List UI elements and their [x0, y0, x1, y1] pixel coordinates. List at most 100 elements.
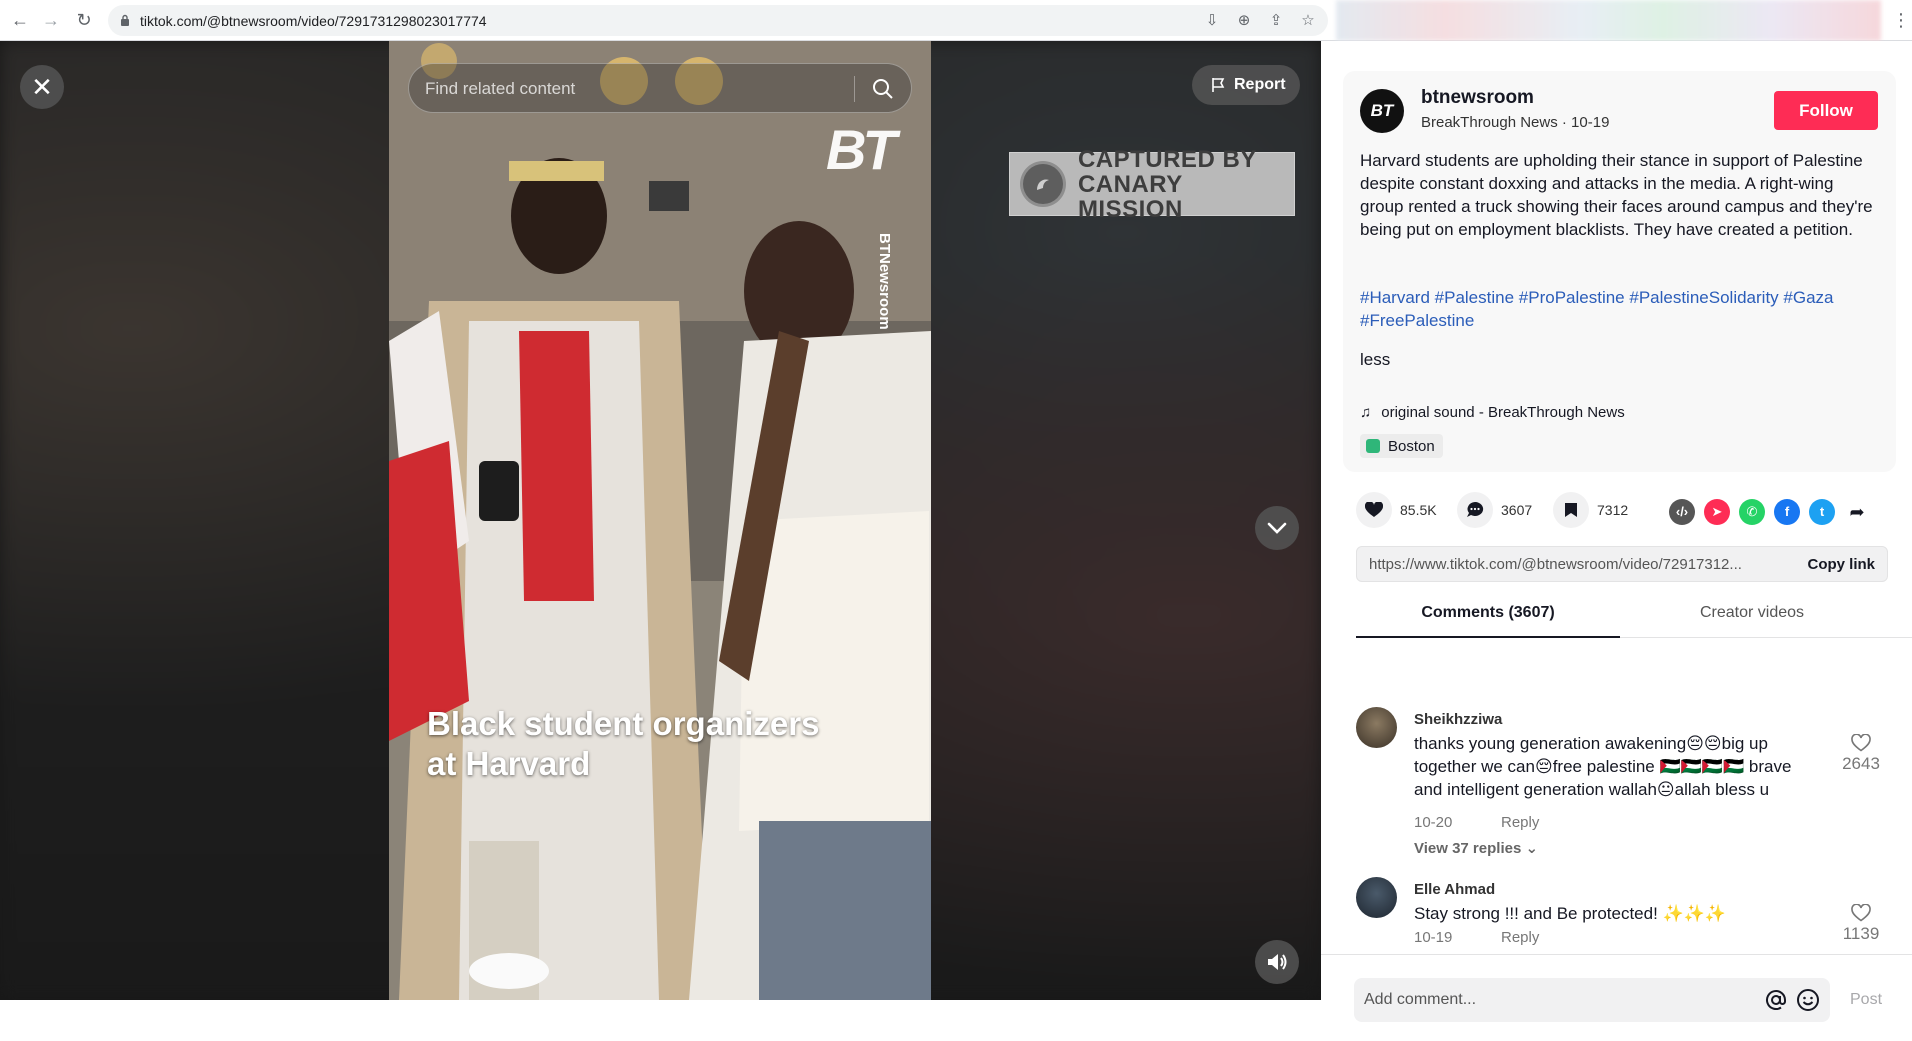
comment-item: Sheikhzziwa thanks young generation awak…	[1356, 704, 1886, 864]
reply-button[interactable]: Reply	[1501, 814, 1539, 831]
extensions-area	[1336, 0, 1881, 41]
details-panel: BT btnewsroom BreakThrough News · 10-19 …	[1321, 41, 1912, 1041]
share-link-box: https://www.tiktok.com/@btnewsroom/video…	[1356, 546, 1888, 582]
share-arrow-icon[interactable]: ➦	[1844, 499, 1870, 525]
twitter-icon[interactable]: t	[1809, 499, 1835, 525]
url-text[interactable]: tiktok.com/@btnewsroom/video/72917312980…	[140, 13, 487, 29]
heart-icon	[1356, 492, 1392, 528]
comment-like-count: 1139	[1842, 924, 1880, 943]
location-tag[interactable]: Boston	[1360, 434, 1443, 458]
hashtag-link[interactable]: #PalestineSolidarity	[1629, 288, 1778, 307]
forward-icon[interactable]: →	[40, 9, 62, 31]
video-frame[interactable]	[389, 41, 931, 1000]
save-count: 7312	[1597, 502, 1629, 518]
comment-date: 10-19	[1414, 929, 1453, 946]
bookmark-icon	[1553, 492, 1589, 528]
save-action[interactable]: 7312	[1553, 492, 1628, 528]
comment-like-count: 2643	[1842, 754, 1880, 773]
hashtag-link[interactable]: #ProPalestine	[1519, 288, 1625, 307]
report-button[interactable]: Report	[1192, 65, 1300, 105]
heart-outline-icon	[1851, 734, 1871, 752]
search-placeholder[interactable]: Find related content	[425, 79, 575, 99]
reload-icon[interactable]: ↻	[73, 9, 95, 31]
volume-button[interactable]	[1255, 940, 1299, 984]
location-pin-icon	[1366, 439, 1380, 453]
browser-toolbar: ← → ↻ tiktok.com/@btnewsroom/video/72917…	[0, 0, 1912, 41]
comment-text: Stay strong !!! and Be protected! ✨✨✨	[1414, 904, 1727, 923]
speaker-icon	[1268, 954, 1287, 970]
embed-icon[interactable]: ‹/›	[1669, 499, 1695, 525]
location-label: Boston	[1388, 437, 1435, 455]
comment-text: thanks young generation awakening😔😔big u…	[1414, 734, 1792, 799]
less-toggle[interactable]: less	[1360, 350, 1390, 370]
comment-like[interactable]: 2643	[1836, 734, 1886, 774]
bookmark-star-icon[interactable]: ☆	[1298, 11, 1318, 31]
zoom-icon[interactable]: ⊕	[1234, 11, 1254, 31]
tab-creator-videos[interactable]: Creator videos	[1620, 598, 1884, 638]
canary-bird-icon	[1020, 161, 1066, 207]
commenter-avatar[interactable]	[1356, 707, 1397, 748]
heart-outline-icon	[1851, 904, 1871, 922]
author-subtitle: BreakThrough News · 10-19	[1421, 114, 1610, 131]
post-comment-button[interactable]: Post	[1850, 991, 1882, 1009]
action-row: 85.5K 3607 7312 ‹/› ➤ ✆ f t ➦	[1356, 492, 1886, 532]
commenter-username[interactable]: Sheikhzziwa	[1414, 711, 1502, 728]
next-video-button[interactable]	[1255, 506, 1299, 550]
banner-line-1: CAPTURED BY	[1077, 145, 1257, 173]
address-bar[interactable]: tiktok.com/@btnewsroom/video/72917312980…	[108, 5, 1328, 36]
comment-date: 10-20	[1414, 814, 1453, 831]
copy-link-button[interactable]: Copy link	[1807, 556, 1875, 573]
video-still	[389, 41, 931, 1000]
facebook-icon[interactable]: f	[1774, 499, 1800, 525]
reply-button[interactable]: Reply	[1501, 929, 1539, 946]
music-note-icon: ♫	[1360, 404, 1372, 421]
banner-line-2: CANARY MISSION	[1077, 170, 1183, 223]
lock-icon	[121, 14, 129, 26]
comments-list: Sheikhzziwa thanks young generation awak…	[1321, 639, 1912, 954]
like-action[interactable]: 85.5K	[1356, 492, 1437, 528]
video-caption: Black student organizers at Harvard	[427, 705, 820, 782]
commenter-username[interactable]: Elle Ahmad	[1414, 881, 1495, 898]
post-info-card: BT btnewsroom BreakThrough News · 10-19 …	[1343, 71, 1896, 472]
flag-icon	[1212, 78, 1225, 92]
search-divider	[854, 76, 855, 102]
send-to-friends-icon[interactable]: ➤	[1704, 499, 1730, 525]
mention-icon[interactable]	[1764, 988, 1788, 1012]
commenter-avatar[interactable]	[1356, 877, 1397, 918]
browser-menu-icon[interactable]: ⋮	[1892, 10, 1910, 31]
hashtag-link[interactable]: #Gaza	[1783, 288, 1833, 307]
comment-input[interactable]: Add comment...	[1354, 978, 1830, 1022]
emoji-icon[interactable]	[1796, 988, 1820, 1012]
comment-item: Elle Ahmad Stay strong !!! and Be protec…	[1356, 874, 1886, 954]
share-page-icon[interactable]: ⇪	[1266, 11, 1286, 31]
post-hashtags: #Harvard #Palestine #ProPalestine #Pales…	[1360, 286, 1880, 332]
comment-like[interactable]: 1139	[1836, 904, 1886, 944]
close-video-button[interactable]: ✕	[20, 65, 64, 109]
install-icon[interactable]: ⇩	[1202, 11, 1222, 31]
author-avatar[interactable]: BT	[1360, 89, 1404, 133]
view-replies-link[interactable]: View 37 replies ⌄	[1414, 839, 1538, 857]
whatsapp-icon[interactable]: ✆	[1739, 499, 1765, 525]
sound-link[interactable]: ♫ original sound - BreakThrough News	[1360, 404, 1625, 421]
share-link-text[interactable]: https://www.tiktok.com/@btnewsroom/video…	[1369, 556, 1764, 573]
hashtag-link[interactable]: #Palestine	[1435, 288, 1514, 307]
author-username[interactable]: btnewsroom	[1421, 87, 1534, 109]
post-description: Harvard students are upholding their sta…	[1360, 151, 1873, 239]
sound-label: original sound - BreakThrough News	[1381, 404, 1625, 421]
chevron-down-icon	[1267, 522, 1287, 534]
hashtag-link[interactable]: #FreePalestine	[1360, 311, 1474, 330]
video-player-area: ✕ Find related content Report CAPTURED B…	[0, 41, 1321, 1000]
comment-count: 3607	[1501, 502, 1533, 518]
bt-watermark-handle: BTNewsroom	[876, 233, 893, 330]
comment-placeholder[interactable]: Add comment...	[1364, 991, 1476, 1009]
follow-button[interactable]: Follow	[1774, 91, 1878, 130]
related-search-box[interactable]: Find related content	[408, 63, 912, 113]
search-icon[interactable]	[871, 77, 895, 101]
comment-action[interactable]: 3607	[1457, 492, 1532, 528]
tab-comments[interactable]: Comments (3607)	[1356, 598, 1620, 638]
canary-mission-banner: CAPTURED BY CANARY MISSION	[1009, 147, 1295, 222]
back-icon[interactable]: ←	[9, 9, 31, 31]
comment-composer: Add comment... Post	[1321, 954, 1912, 1041]
bt-watermark-logo: BT	[826, 118, 897, 181]
hashtag-link[interactable]: #Harvard	[1360, 288, 1430, 307]
